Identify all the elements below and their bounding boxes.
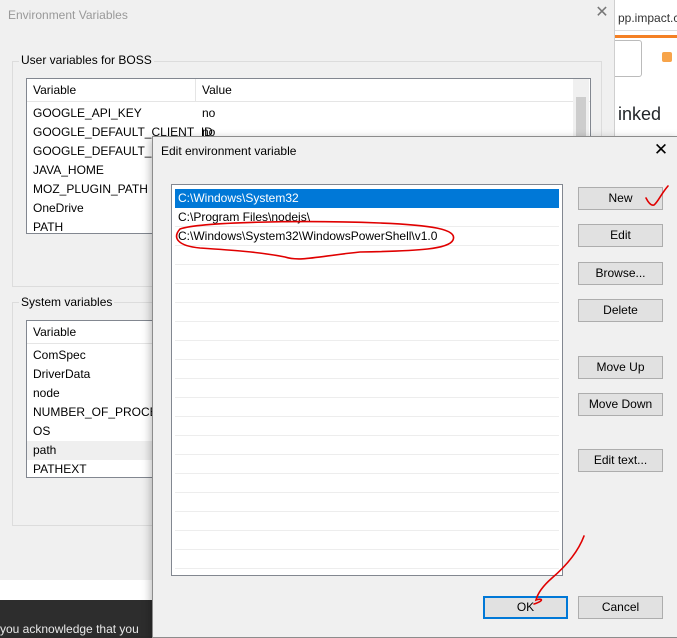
variable-name: PATHEXT [33,462,87,476]
dialog-title: Environment Variables [8,8,128,22]
user-variables-label: User variables for BOSS [19,53,154,67]
move-up-button[interactable]: Move Up [578,356,663,379]
path-entry[interactable]: C:\Program Files\nodejs\ [175,208,559,227]
empty-path-row[interactable] [175,398,559,417]
variable-name: ComSpec [33,348,86,362]
path-entry-text: C:\Windows\System32\WindowsPowerShell\v1… [178,229,438,243]
empty-path-row[interactable] [175,284,559,303]
background-linked-heading: inked [618,104,662,124]
variable-value: no [202,106,216,120]
empty-path-row[interactable] [175,455,559,474]
path-entries-list[interactable]: C:\Windows\System32 C:\Program Files\nod… [171,184,563,576]
site-logo-icon [662,52,672,62]
column-header-variable[interactable]: Variable [33,83,76,97]
edit-environment-variable-dialog: Edit environment variable ✕ C:\Windows\S… [152,136,677,638]
browse-button[interactable]: Browse... [578,262,663,285]
dialog-title: Edit environment variable [161,144,297,158]
column-divider[interactable] [195,79,196,101]
move-down-button[interactable]: Move Down [578,393,663,416]
path-entry-text: C:\Program Files\nodejs\ [178,210,311,224]
path-entry[interactable]: C:\Windows\System32\WindowsPowerShell\v1… [175,227,559,246]
variable-name: OS [33,424,51,438]
edit-text-button[interactable]: Edit text... [578,449,663,472]
browser-address-text[interactable]: pp.impact.c [610,6,677,31]
empty-path-row[interactable] [175,436,559,455]
variable-name: GOOGLE_DEFAULT_CLI [33,144,171,158]
variable-name: PATH [33,220,64,234]
close-icon[interactable]: ✕ [652,140,670,160]
column-header-variable[interactable]: Variable [33,325,76,339]
variable-name: DriverData [33,367,91,381]
empty-path-row[interactable] [175,550,559,569]
system-variables-label: System variables [19,295,115,309]
delete-button[interactable]: Delete [578,299,663,322]
empty-path-row[interactable] [175,379,559,398]
close-icon[interactable]: ✕ [594,4,610,22]
path-entry-text: C:\Windows\System32 [178,191,299,205]
empty-path-row[interactable] [175,303,559,322]
user-variable-row[interactable]: GOOGLE_API_KEY no [27,104,590,123]
ok-button[interactable]: OK [483,596,568,619]
new-button[interactable]: New [578,187,663,210]
cookie-banner-text: you acknowledge that you [0,622,139,636]
variable-name: MOZ_PLUGIN_PATH [33,182,148,196]
variable-name: path [33,443,57,457]
empty-path-row[interactable] [175,246,559,265]
variable-name: OneDrive [33,201,84,215]
variable-name: JAVA_HOME [33,163,104,177]
empty-path-row[interactable] [175,493,559,512]
empty-path-row[interactable] [175,417,559,436]
variable-name: GOOGLE_API_KEY [33,106,142,120]
empty-path-row[interactable] [175,512,559,531]
column-header-value[interactable]: Value [202,83,232,97]
empty-path-row[interactable] [175,474,559,493]
empty-path-row[interactable] [175,341,559,360]
variable-name: node [33,386,60,400]
empty-path-row[interactable] [175,360,559,379]
brand-accent-bar [610,35,677,38]
edit-button[interactable]: Edit [578,224,663,247]
empty-path-row[interactable] [175,322,559,341]
cancel-button[interactable]: Cancel [578,596,663,619]
empty-path-row[interactable] [175,531,559,550]
empty-path-row[interactable] [175,265,559,284]
path-entry-selected[interactable]: C:\Windows\System32 [175,189,559,208]
list-header: Variable Value [27,79,590,102]
